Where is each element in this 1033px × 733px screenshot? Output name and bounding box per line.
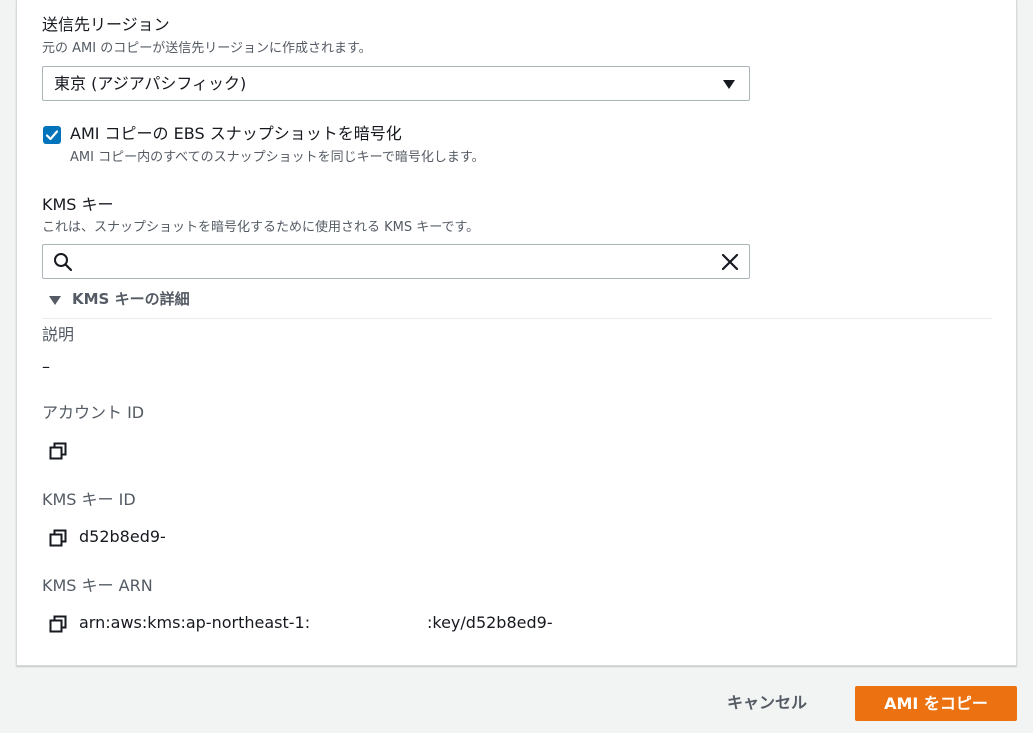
copy-icon: [49, 615, 67, 633]
account-id-label: アカウント ID: [42, 403, 145, 422]
destination-region-label: 送信先リージョン: [42, 15, 170, 34]
kms-key-details-toggle[interactable]: KMS キーの詳細: [72, 288, 190, 310]
destination-region-select[interactable]: 東京 (アジアパシフィック): [42, 66, 750, 101]
account-id-copy-button[interactable]: [49, 442, 67, 460]
expand-caret-icon[interactable]: [49, 296, 61, 305]
copy-icon: [49, 442, 67, 460]
kms-key-arn-copy-button[interactable]: [49, 615, 67, 633]
search-icon: [54, 253, 73, 272]
section-divider: [42, 318, 992, 319]
kms-key-id-label: KMS キー ID: [42, 490, 136, 509]
kms-key-id-copy-button[interactable]: [49, 529, 67, 547]
kms-key-arn-prefix: arn:aws:kms:ap-northeast-1:: [79, 613, 311, 632]
kms-description-value: –: [42, 357, 50, 376]
destination-region-description: 元の AMI のコピーが送信先リージョンに作成されます。: [42, 41, 372, 56]
copy-ami-button[interactable]: AMI をコピー: [855, 686, 1017, 721]
kms-key-description: これは、スナップショットを暗号化するために使用される KMS キーです。: [42, 220, 480, 235]
copy-icon: [49, 529, 67, 547]
cancel-button[interactable]: キャンセル: [712, 686, 822, 720]
kms-key-arn-suffix: :key/d52b8ed9-: [427, 613, 553, 632]
kms-key-label: KMS キー: [42, 195, 114, 214]
encrypt-snapshots-checkbox[interactable]: [43, 126, 61, 144]
kms-description-label: 説明: [42, 325, 75, 344]
close-icon[interactable]: [721, 253, 739, 271]
encrypt-snapshots-label[interactable]: AMI コピーの EBS スナップショットを暗号化: [70, 123, 402, 145]
caret-down-icon: [723, 80, 735, 89]
copy-ami-form-panel: 送信先リージョン 元の AMI のコピーが送信先リージョンに作成されます。 東京…: [16, 0, 1017, 666]
kms-key-arn-label: KMS キー ARN: [42, 576, 153, 595]
kms-key-id-value: d52b8ed9-: [79, 527, 166, 546]
destination-region-selected-value: 東京 (アジアパシフィック): [54, 74, 247, 93]
checkmark-icon: [45, 130, 59, 141]
kms-key-search-input[interactable]: [42, 244, 750, 279]
encrypt-snapshots-description: AMI コピー内のすべてのスナップショットを同じキーで暗号化します。: [70, 150, 485, 165]
